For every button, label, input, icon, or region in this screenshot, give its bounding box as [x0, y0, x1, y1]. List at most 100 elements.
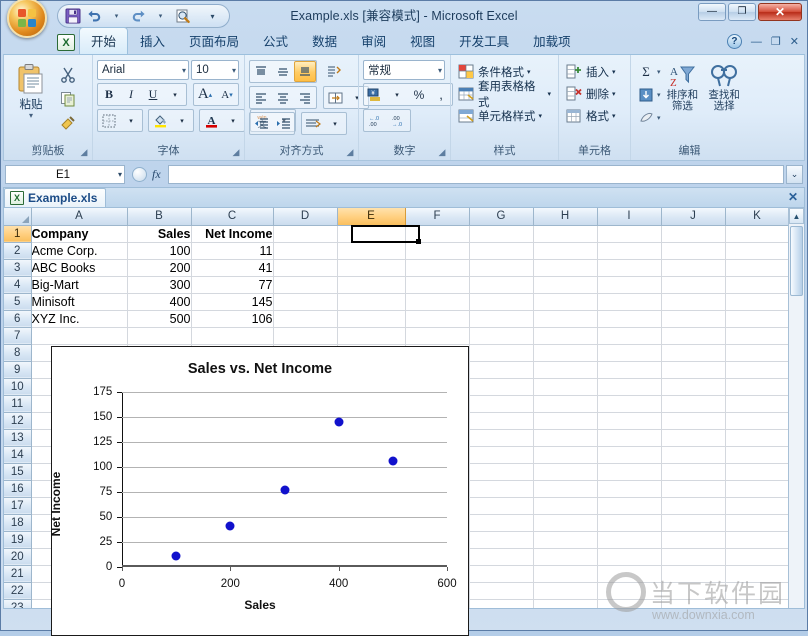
row-header-3[interactable]: 3 [4, 259, 31, 276]
row-header-17[interactable]: 17 [4, 497, 31, 514]
cell-I19[interactable] [597, 531, 661, 548]
document-tab-example[interactable]: X Example.xls [4, 188, 106, 207]
cell-A2[interactable]: Acme Corp. [31, 242, 127, 259]
format-painter-button[interactable] [57, 112, 79, 133]
column-header-g[interactable]: G [469, 208, 533, 225]
row-header-10[interactable]: 10 [4, 378, 31, 395]
cell-H1[interactable] [533, 225, 597, 242]
cell-K4[interactable] [725, 276, 789, 293]
cell-I11[interactable] [597, 395, 661, 412]
cell-I13[interactable] [597, 429, 661, 446]
row-header-16[interactable]: 16 [4, 480, 31, 497]
accounting-format-button[interactable]: ¥ [364, 84, 386, 105]
cell-J5[interactable] [661, 293, 725, 310]
cell-H16[interactable] [533, 480, 597, 497]
paste-button[interactable]: 粘贴 ▾ [8, 60, 54, 133]
find-select-button[interactable]: 查找和 选择 [704, 61, 744, 128]
column-header-h[interactable]: H [533, 208, 597, 225]
cell-J9[interactable] [661, 361, 725, 378]
row-header-23[interactable]: 23 [4, 599, 31, 609]
cell-I17[interactable] [597, 497, 661, 514]
cell-I14[interactable] [597, 446, 661, 463]
fill-color-button[interactable] [149, 110, 171, 131]
cell-A1[interactable]: Company [31, 225, 127, 242]
cell-K17[interactable] [725, 497, 789, 514]
cell-I5[interactable] [597, 293, 661, 310]
number-format-combo[interactable]: 常规 ▾ [363, 60, 445, 80]
cell-I10[interactable] [597, 378, 661, 395]
cell-I12[interactable] [597, 412, 661, 429]
window-minimize-button[interactable]: — [698, 3, 726, 21]
cell-H11[interactable] [533, 395, 597, 412]
cell-H14[interactable] [533, 446, 597, 463]
cell-I15[interactable] [597, 463, 661, 480]
cell-I4[interactable] [597, 276, 661, 293]
cell-H9[interactable] [533, 361, 597, 378]
cell-H22[interactable] [533, 582, 597, 599]
cell-I2[interactable] [597, 242, 661, 259]
row-header-2[interactable]: 2 [4, 242, 31, 259]
cell-G13[interactable] [469, 429, 533, 446]
help-icon[interactable]: ? [727, 34, 742, 49]
tab-formulas[interactable]: 公式 [251, 27, 300, 54]
cell-C7[interactable] [191, 327, 273, 344]
scroll-up-button[interactable]: ▲ [789, 208, 804, 224]
cell-G10[interactable] [469, 378, 533, 395]
cell-H23[interactable] [533, 599, 597, 609]
row-header-13[interactable]: 13 [4, 429, 31, 446]
align-middle-button[interactable] [272, 61, 294, 82]
cell-J21[interactable] [661, 565, 725, 582]
cell-J6[interactable] [661, 310, 725, 327]
column-header-b[interactable]: B [127, 208, 191, 225]
row-header-14[interactable]: 14 [4, 446, 31, 463]
cell-J7[interactable] [661, 327, 725, 344]
cell-J20[interactable] [661, 548, 725, 565]
wrap-text-button[interactable] [302, 113, 324, 134]
cell-G17[interactable] [469, 497, 533, 514]
cell-K1[interactable] [725, 225, 789, 242]
select-all-corner[interactable] [4, 208, 31, 225]
cell-K18[interactable] [725, 514, 789, 531]
cell-E1[interactable] [337, 225, 405, 242]
cell-F3[interactable] [405, 259, 469, 276]
tab-addins[interactable]: 加载项 [521, 27, 583, 54]
row-header-4[interactable]: 4 [4, 276, 31, 293]
accounting-caret[interactable]: ▾ [386, 84, 408, 105]
cell-A4[interactable]: Big-Mart [31, 276, 127, 293]
cell-G15[interactable] [469, 463, 533, 480]
cell-G11[interactable] [469, 395, 533, 412]
cell-K5[interactable] [725, 293, 789, 310]
cell-C6[interactable]: 106 [191, 310, 273, 327]
cell-J16[interactable] [661, 480, 725, 497]
cell-K23[interactable] [725, 599, 789, 609]
cell-H13[interactable] [533, 429, 597, 446]
underline-button[interactable]: U [142, 84, 164, 105]
cell-H6[interactable] [533, 310, 597, 327]
cell-G9[interactable] [469, 361, 533, 378]
cell-H17[interactable] [533, 497, 597, 514]
cell-K6[interactable] [725, 310, 789, 327]
tab-page-layout[interactable]: 页面布局 [177, 27, 251, 54]
row-header-9[interactable]: 9 [4, 361, 31, 378]
cell-I18[interactable] [597, 514, 661, 531]
cell-H5[interactable] [533, 293, 597, 310]
row-header-22[interactable]: 22 [4, 582, 31, 599]
clear-button[interactable] [635, 107, 657, 128]
cell-C5[interactable]: 145 [191, 293, 273, 310]
cell-K8[interactable] [725, 344, 789, 361]
column-header-k[interactable]: K [725, 208, 789, 225]
tab-data[interactable]: 数据 [300, 27, 349, 54]
autosum-caret[interactable]: ▾ [657, 68, 661, 76]
cell-K21[interactable] [725, 565, 789, 582]
cell-J22[interactable] [661, 582, 725, 599]
align-center-button[interactable] [272, 87, 294, 108]
borders-caret[interactable]: ▾ [120, 110, 142, 131]
insert-cells-button[interactable]: 插入 ▾ [563, 61, 626, 83]
cell-C2[interactable]: 11 [191, 242, 273, 259]
close-document-button[interactable]: ✕ [788, 190, 798, 204]
cell-K13[interactable] [725, 429, 789, 446]
cell-F6[interactable] [405, 310, 469, 327]
font-color-button[interactable]: A [200, 110, 222, 131]
cell-E4[interactable] [337, 276, 405, 293]
cell-G21[interactable] [469, 565, 533, 582]
